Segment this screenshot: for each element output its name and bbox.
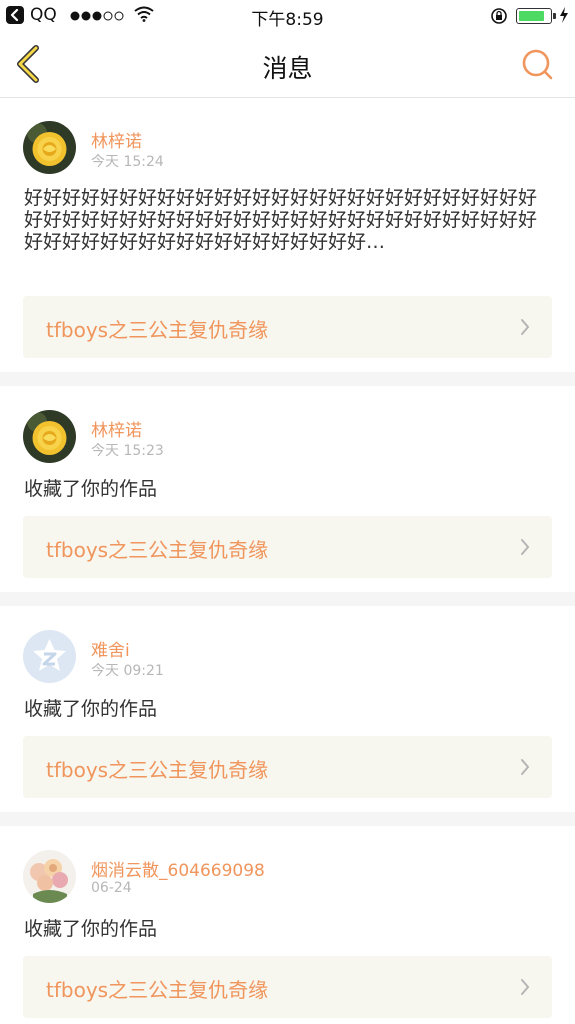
battery-icon <box>516 8 552 24</box>
message-card: 林梓诺 今天 15:24 好好好好好好好好好好好好好好好好好好好好好好好好好好好… <box>0 98 575 372</box>
username[interactable]: 烟消云散_604669098 <box>91 856 265 881</box>
message-text: 收藏了你的作品 <box>24 478 158 500</box>
work-title: tfboys之三公主复仇奇缘 <box>46 538 269 562</box>
timestamp: 今天 15:23 <box>91 443 164 459</box>
divider <box>0 812 575 826</box>
timestamp: 今天 15:24 <box>91 154 164 170</box>
avatar-default-qzone[interactable] <box>23 630 76 683</box>
message-card: 烟消云散_604669098 06-24 收藏了你的作品 tfboys之三公主复… <box>0 826 575 1024</box>
nav-bar: 消息 <box>0 32 575 98</box>
battery-level <box>519 11 544 21</box>
username[interactable]: 难舍i <box>91 636 130 661</box>
divider <box>0 372 575 386</box>
charging-bolt-icon <box>560 7 568 23</box>
chevron-right-icon <box>521 979 530 995</box>
message-text: 好好好好好好好好好好好好好好好好好好好好好好好好好好好好好好好好好好好好好好好好… <box>24 187 538 253</box>
avatar-flower-bouquet[interactable] <box>23 850 76 903</box>
work-title: tfboys之三公主复仇奇缘 <box>46 758 269 782</box>
avatar-yellow-rose[interactable] <box>23 121 76 174</box>
timestamp: 06-24 <box>91 880 132 896</box>
message-card: 林梓诺 今天 15:23 收藏了你的作品 tfboys之三公主复仇奇缘 <box>0 386 575 592</box>
message-text: 收藏了你的作品 <box>24 918 158 940</box>
battery-tip <box>553 13 556 19</box>
work-title: tfboys之三公主复仇奇缘 <box>46 318 269 342</box>
rotation-lock-icon <box>491 8 507 24</box>
timestamp: 今天 09:21 <box>91 663 164 679</box>
divider <box>0 592 575 606</box>
work-title: tfboys之三公主复仇奇缘 <box>46 978 269 1002</box>
work-link-button[interactable]: tfboys之三公主复仇奇缘 <box>23 956 552 1018</box>
work-link-button[interactable]: tfboys之三公主复仇奇缘 <box>23 516 552 578</box>
search-icon[interactable] <box>520 47 556 83</box>
work-link-button[interactable]: tfboys之三公主复仇奇缘 <box>23 736 552 798</box>
avatar-yellow-rose[interactable] <box>23 410 76 463</box>
message-text: 收藏了你的作品 <box>24 698 158 720</box>
status-bar: QQ 下午8:59 <box>0 0 575 32</box>
clock: 下午8:59 <box>251 10 324 30</box>
username[interactable]: 林梓诺 <box>91 416 142 441</box>
chevron-right-icon <box>521 319 530 335</box>
page-title: 消息 <box>262 54 313 83</box>
message-card: 难舍i 今天 09:21 收藏了你的作品 tfboys之三公主复仇奇缘 <box>0 606 575 812</box>
work-link-button[interactable]: tfboys之三公主复仇奇缘 <box>23 296 552 358</box>
chevron-right-icon <box>521 539 530 555</box>
chevron-right-icon <box>521 759 530 775</box>
username[interactable]: 林梓诺 <box>91 127 142 152</box>
